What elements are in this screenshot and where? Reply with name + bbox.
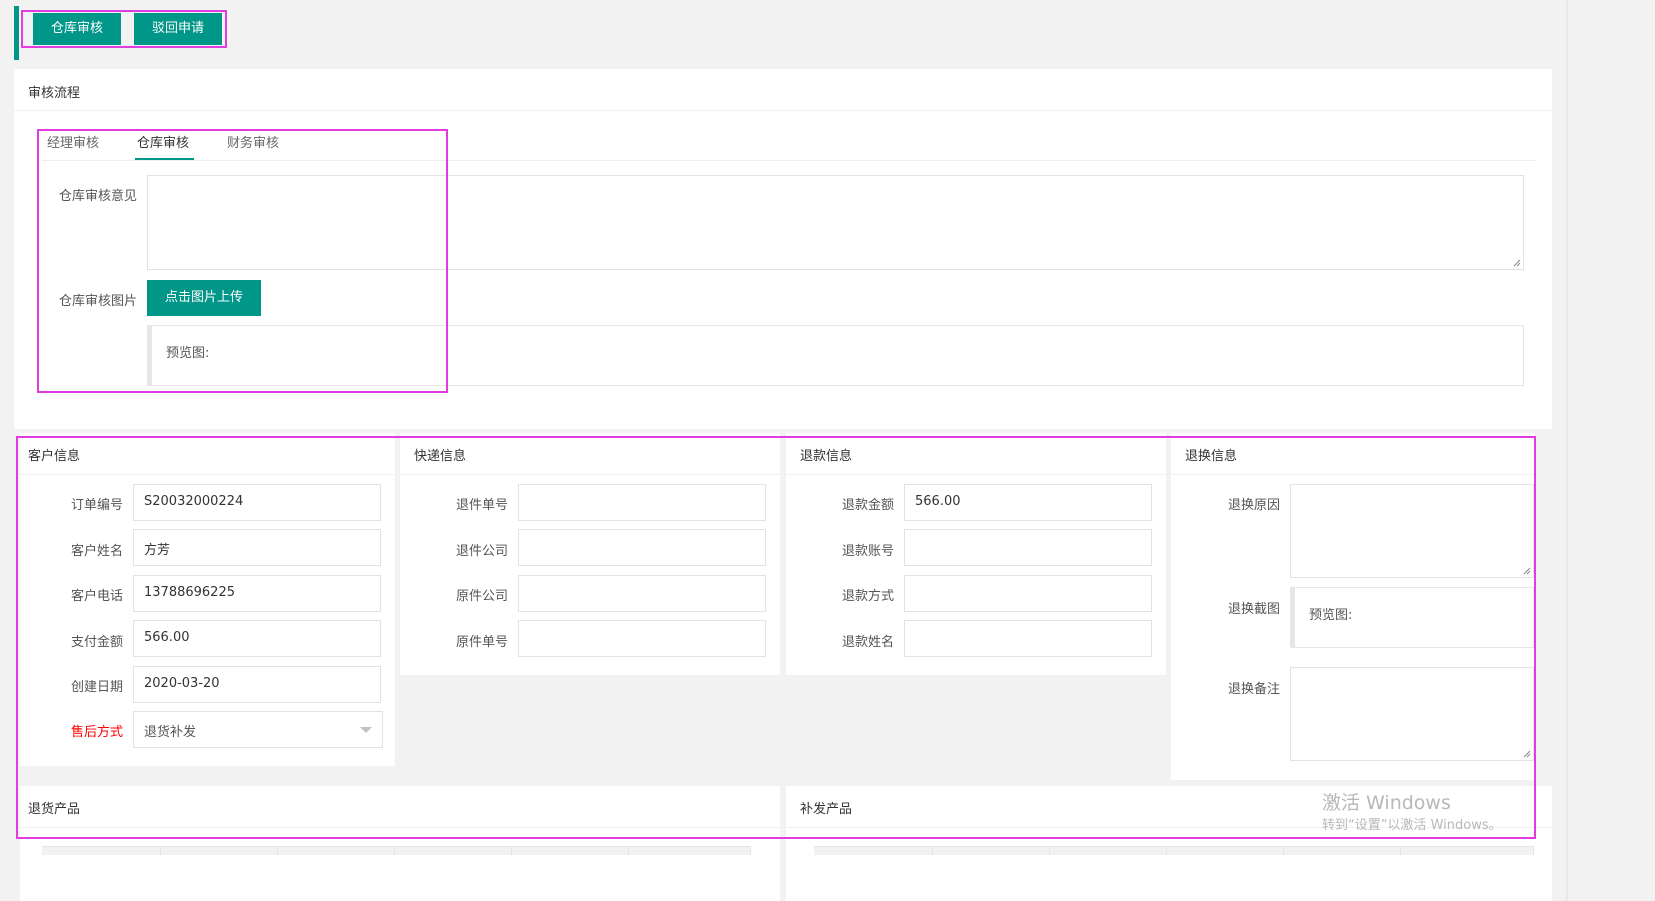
windows-activation-watermark-text: 转到“设置”以激活 Windows。 [1322, 818, 1502, 833]
highlight-info-section [16, 436, 1536, 839]
reissue-products-table-header [814, 846, 1534, 855]
review-flow-title: 审核流程 [14, 69, 1552, 111]
toolbar [14, 6, 1552, 60]
scrollbar-track[interactable] [1566, 0, 1568, 901]
highlight-review-section [37, 129, 448, 393]
highlight-toolbar [21, 10, 227, 48]
resize-grip-icon[interactable] [1513, 259, 1521, 267]
windows-activation-watermark-title: 激活 Windows [1322, 792, 1451, 814]
return-products-table-header [42, 846, 751, 855]
